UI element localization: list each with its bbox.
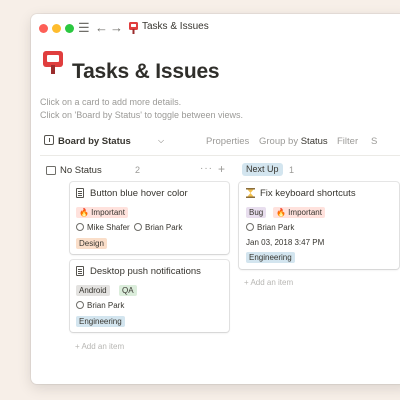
assignee-name: Brian Park bbox=[257, 223, 295, 232]
board-icon bbox=[44, 135, 54, 145]
board-card[interactable]: Button blue hover color 🔥 Important Mike… bbox=[70, 182, 229, 254]
arrow-right-icon[interactable]: → bbox=[110, 20, 123, 36]
avatar bbox=[134, 223, 142, 231]
assignee-name: Brian Park bbox=[87, 301, 125, 310]
assignee: Brian Park bbox=[134, 223, 182, 232]
hamburger-icon[interactable]: ☰ bbox=[78, 20, 90, 36]
close-window-button[interactable] bbox=[39, 24, 48, 33]
add-card-icon[interactable]: + bbox=[218, 162, 225, 176]
sort-button[interactable]: S bbox=[371, 136, 377, 147]
card-title: Fix keyboard shortcuts bbox=[260, 188, 356, 199]
type-tag: Bug bbox=[246, 207, 267, 218]
filter-button[interactable]: Filter bbox=[337, 136, 358, 147]
priority-tag: 🔥 Important bbox=[76, 207, 128, 218]
zoom-window-button[interactable] bbox=[65, 24, 74, 33]
window-title: Tasks & Issues bbox=[142, 21, 209, 32]
view-toolbar: Board by Status ⌵ Properties Group by St… bbox=[40, 133, 400, 149]
avatar bbox=[246, 223, 254, 231]
category-tag: Engineering bbox=[246, 252, 295, 263]
titlebar: ☰ ← → Tasks & Issues bbox=[31, 14, 400, 42]
arrow-left-icon[interactable]: ← bbox=[95, 20, 108, 36]
more-options-icon[interactable]: ··· bbox=[200, 163, 213, 174]
hourglass-icon bbox=[246, 188, 255, 198]
column-label: No Status bbox=[60, 165, 102, 176]
assignee: Brian Park bbox=[246, 223, 294, 232]
due-date: Jan 03, 2018 3:47 PM bbox=[246, 238, 325, 247]
avatar bbox=[76, 223, 84, 231]
add-item-button[interactable]: + Add an item bbox=[75, 342, 124, 351]
column-header-no-status[interactable]: No Status 2 ··· + bbox=[40, 162, 225, 177]
page-description-line: Click on 'Board by Status' to toggle bet… bbox=[40, 110, 244, 120]
priority-tag: 🔥 Important bbox=[273, 207, 325, 218]
no-status-icon bbox=[46, 166, 56, 175]
page-flag-icon bbox=[129, 22, 138, 34]
document-icon bbox=[76, 266, 84, 276]
group-by-label: Group by bbox=[259, 136, 301, 147]
page-title[interactable]: Tasks & Issues bbox=[72, 60, 220, 84]
board-card[interactable]: Desktop push notifications Android QA Br… bbox=[70, 260, 229, 332]
chevron-down-icon[interactable]: ⌵ bbox=[158, 136, 164, 146]
group-by-value: Status bbox=[300, 136, 328, 147]
avatar bbox=[76, 301, 84, 309]
page-flag-icon[interactable] bbox=[43, 51, 63, 74]
properties-button[interactable]: Properties bbox=[206, 136, 249, 147]
column-count: 2 bbox=[135, 165, 141, 175]
assignee: Mike Shafer bbox=[76, 223, 130, 232]
app-window: ☰ ← → Tasks & Issues Tasks & Issues Clic… bbox=[31, 14, 400, 384]
category-tag: Engineering bbox=[76, 316, 125, 327]
status-pill: Next Up bbox=[242, 163, 283, 176]
category-tag: Design bbox=[76, 238, 107, 249]
card-title: Button blue hover color bbox=[90, 188, 188, 199]
card-title: Desktop push notifications bbox=[90, 266, 201, 277]
toolbar-divider bbox=[40, 155, 400, 156]
document-icon bbox=[76, 188, 84, 198]
page-description-line: Click on a card to add more details. bbox=[40, 97, 182, 107]
type-tag: QA bbox=[119, 285, 137, 296]
column-header-next-up[interactable]: Next Up 1 bbox=[239, 163, 399, 177]
platform-tag: Android bbox=[76, 285, 110, 296]
assignee: Brian Park bbox=[76, 301, 124, 310]
column-count: 1 bbox=[289, 165, 295, 175]
assignee-name: Mike Shafer bbox=[87, 223, 130, 232]
view-selector[interactable]: Board by Status bbox=[58, 136, 131, 147]
board-card[interactable]: Fix keyboard shortcuts Bug 🔥 Important B… bbox=[239, 182, 399, 269]
add-item-button[interactable]: + Add an item bbox=[244, 278, 293, 287]
assignee-name: Brian Park bbox=[145, 223, 183, 232]
minimize-window-button[interactable] bbox=[52, 24, 61, 33]
group-by-button[interactable]: Group by Status bbox=[259, 136, 328, 147]
